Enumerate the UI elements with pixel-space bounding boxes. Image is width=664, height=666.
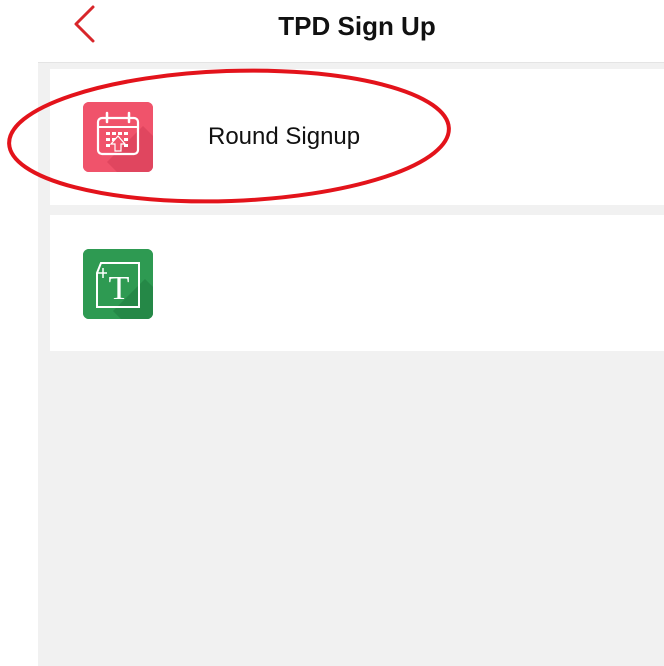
- svg-text:T: T: [109, 270, 130, 307]
- text-document-icon: T: [83, 249, 153, 319]
- list-item-label: Round Signup: [208, 123, 361, 150]
- page-title: TPD Sign Up: [278, 11, 436, 41]
- list-container: Round Signup T: [38, 62, 664, 666]
- list-item-text-document[interactable]: T: [50, 215, 664, 351]
- list-item-round-signup[interactable]: Round Signup: [50, 69, 664, 205]
- calendar-upload-icon: [83, 102, 153, 172]
- navigation-bar: TPD Sign Up: [0, 0, 664, 56]
